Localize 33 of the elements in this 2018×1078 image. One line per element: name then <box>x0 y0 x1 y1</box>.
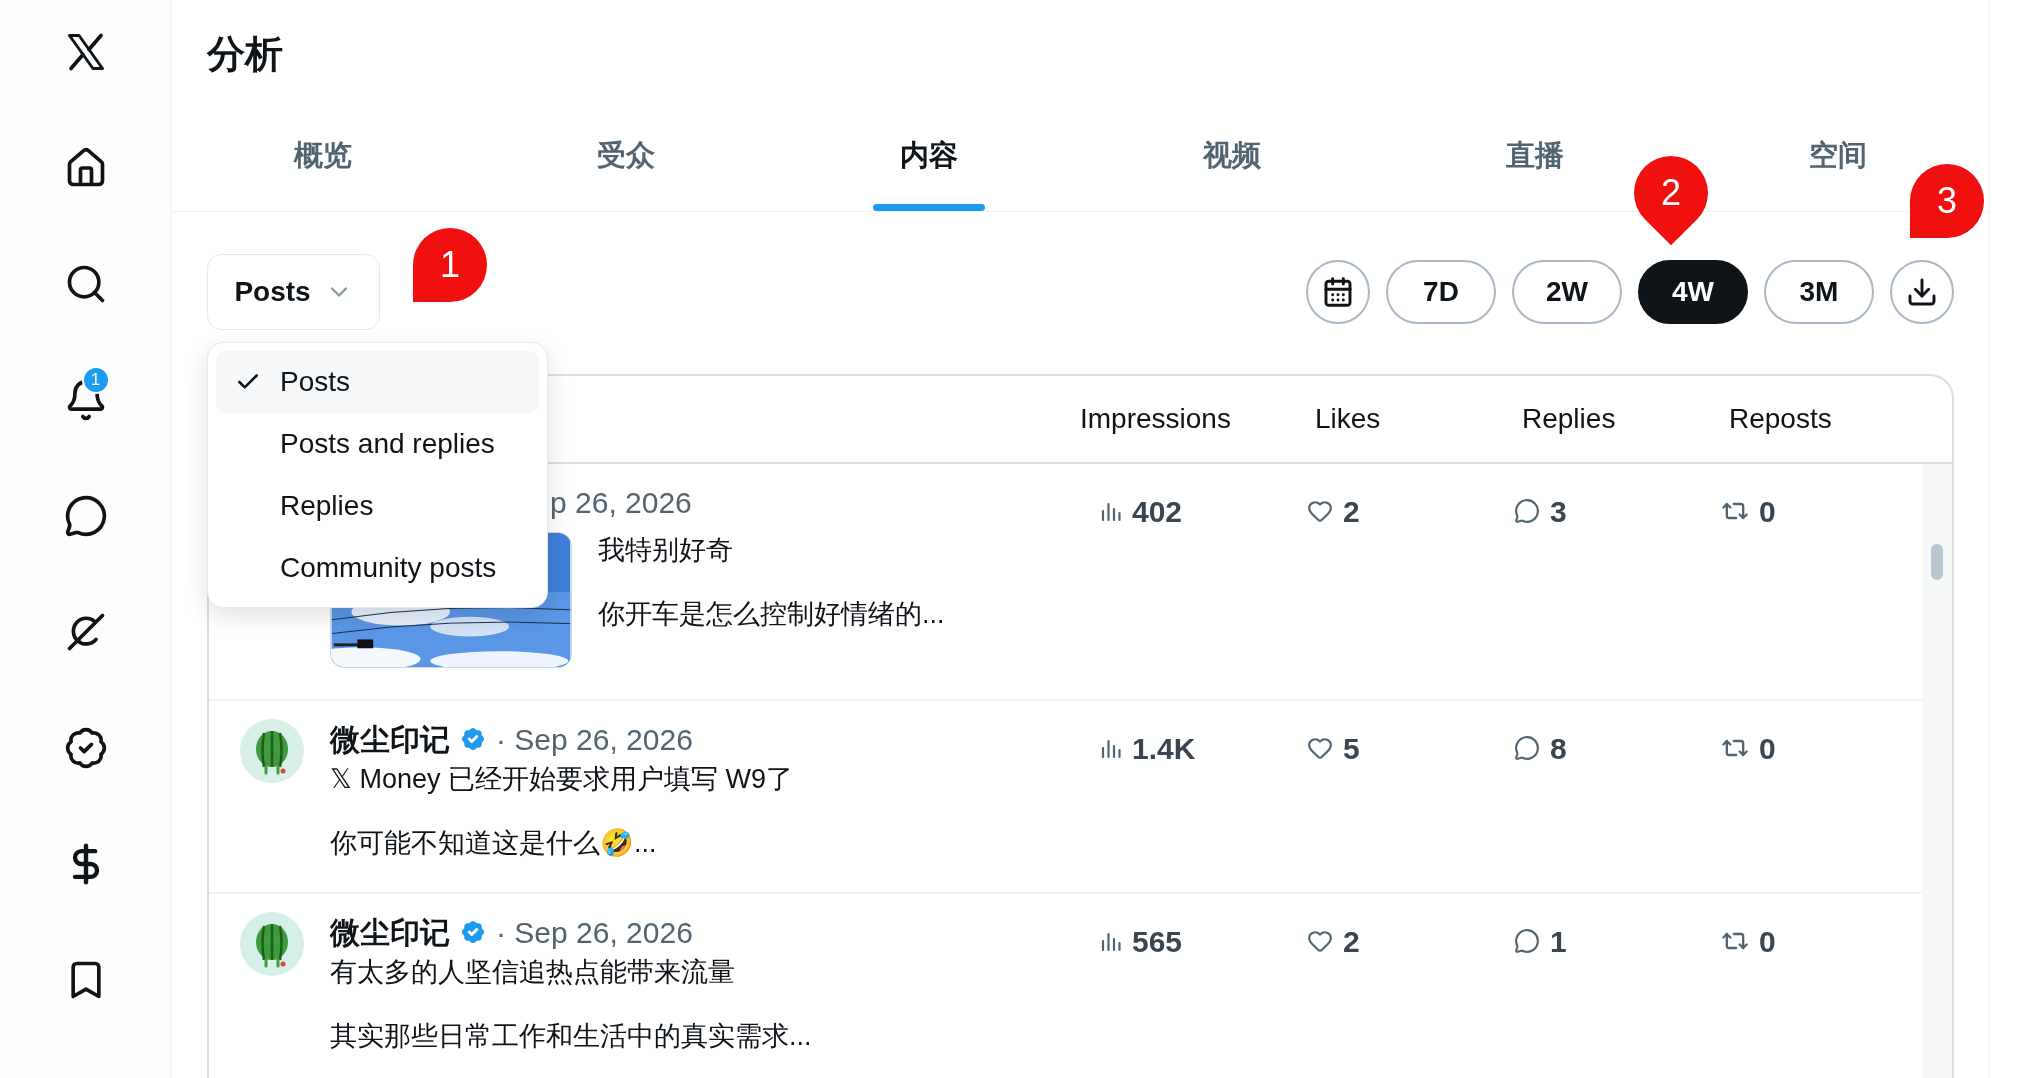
impressions-count: 1.4K <box>1132 730 1196 767</box>
column-header: Likes <box>1314 402 1381 436</box>
reposts-count: 0 <box>1759 923 1776 960</box>
replies-count: 8 <box>1550 730 1567 767</box>
column-header: Reposts <box>1728 402 1832 436</box>
post-text: 𝕏 Money 已经开始要求用户填写 W9了 <box>330 763 794 795</box>
replies-count: 1 <box>1550 923 1567 960</box>
reposts-count: 0 <box>1759 730 1776 767</box>
post-date: p 26, 2026 <box>550 484 692 521</box>
post-text: 有太多的人坚信追热点能带来流量 <box>330 956 736 988</box>
post-date: · Sep 26, 2026 <box>496 721 693 758</box>
notification-badge: 1 <box>81 366 110 394</box>
impressions-count: 565 <box>1132 923 1183 960</box>
callout-marker: 3 <box>1910 164 1984 238</box>
column-header: Replies <box>1521 402 1616 436</box>
reposts-count: 0 <box>1759 493 1776 530</box>
post-text: 我特别好奇 <box>598 534 734 566</box>
menu-item-label: Replies <box>280 489 374 523</box>
replies-count: 3 <box>1550 493 1567 530</box>
post-text: 你开车是怎么控制好情绪的... <box>598 598 945 630</box>
callout-marker: 1 <box>413 228 487 302</box>
menu-item-label: Posts and replies <box>280 427 495 461</box>
menu-item-label: Community posts <box>280 551 497 585</box>
likes-count: 2 <box>1343 493 1360 530</box>
impressions-count: 402 <box>1132 493 1183 530</box>
page-title: 分析 <box>205 32 284 77</box>
post-text: 其实那些日常工作和生活中的真实需求... <box>330 1020 812 1052</box>
post-date: · Sep 26, 2026 <box>496 914 693 951</box>
likes-count: 5 <box>1343 730 1360 767</box>
post-text: 你可能不知道这是什么🤣... <box>330 827 658 859</box>
menu-item-label: Posts <box>280 365 351 399</box>
likes-count: 2 <box>1343 923 1360 960</box>
column-header: Impressions <box>1080 402 1231 436</box>
